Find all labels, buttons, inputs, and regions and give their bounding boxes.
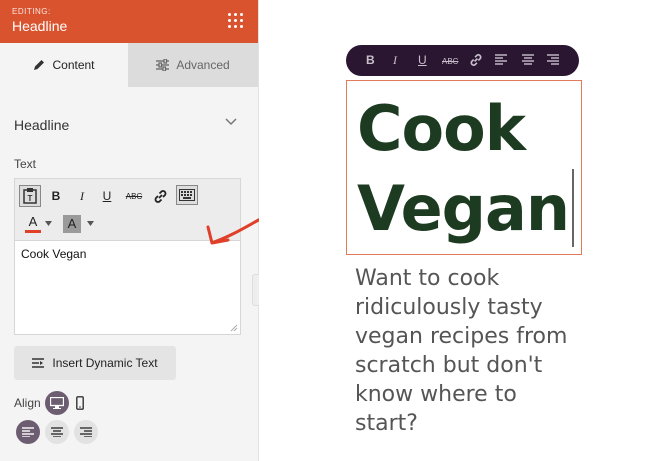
align-center-button[interactable] [45,420,69,444]
resize-handle-icon[interactable] [230,324,238,332]
editor-text-area[interactable]: Cook Vegan [21,247,86,261]
align-right-button[interactable] [74,420,98,444]
headline-line-2: Vegan [357,172,570,245]
grid-menu-icon[interactable] [228,13,244,29]
paragraph-line: scratch but don't [355,353,543,378]
section-title[interactable]: Headline [14,117,69,133]
insert-dynamic-text-label: Insert Dynamic Text [52,356,158,370]
desktop-view-button[interactable] [45,391,69,415]
text-cursor [572,169,574,247]
align-left-icon [22,427,34,437]
align-label: Align [14,396,41,410]
align-right-icon [80,427,92,437]
float-strikethrough-button[interactable]: ABC [442,55,458,69]
link-icon[interactable] [153,189,168,204]
headline-block[interactable]: Cook Vegan [346,80,582,255]
float-align-left-icon[interactable] [495,54,507,65]
text-field-label: Text [14,157,37,171]
paragraph-line: vegan recipes from [355,324,568,349]
paragraph-line: ridiculously tasty [355,295,543,320]
sidebar-header: EDITING: Headline [0,0,258,43]
italic-button[interactable]: I [75,189,89,203]
float-underline-button[interactable]: U [418,53,427,67]
tab-advanced[interactable]: Advanced [128,43,258,87]
tab-content-label: Content [52,58,95,72]
paragraph-line: start? [355,411,418,436]
keyboard-icon[interactable] [176,185,198,205]
svg-text:T: T [28,194,33,203]
tab-bar: Content Advanced [0,43,258,87]
mobile-icon [76,396,84,410]
float-align-center-icon[interactable] [522,54,534,65]
float-bold-button[interactable]: B [366,53,375,67]
mobile-view-button[interactable] [68,391,92,415]
align-center-icon [51,427,63,437]
editor-sidebar: EDITING: Headline Content Advanced Headl… [0,0,270,461]
editing-label: EDITING: [12,7,51,16]
pencil-icon [34,60,45,70]
floating-text-toolbar: B I U ABC [346,45,579,76]
dynamic-text-icon [32,358,45,368]
float-align-right-icon[interactable] [547,54,559,65]
tab-content[interactable]: Content [0,43,128,87]
strikethrough-button[interactable]: ABC [123,190,145,204]
float-link-icon[interactable] [469,53,483,67]
headline-line-1: Cook [357,92,526,165]
font-color-label: A [28,214,38,229]
paste-text-icon[interactable]: T [19,185,41,207]
background-color-dropdown-icon[interactable] [87,221,94,226]
headline-text[interactable]: Cook Vegan [357,89,570,249]
paragraph-line: Want to cook [355,266,500,291]
font-color-dropdown-icon[interactable] [45,221,52,226]
body-paragraph[interactable]: Want to cook ridiculously tasty vegan re… [355,264,645,438]
desktop-icon [50,397,64,409]
rich-text-editor: T B I U ABC A A Cook Vegan [14,178,241,335]
sliders-icon [156,59,170,71]
float-italic-button[interactable]: I [393,53,397,67]
background-color-label: A [67,216,77,231]
font-color-button[interactable]: A [23,215,43,233]
align-left-button[interactable] [16,420,40,444]
background-color-button[interactable]: A [63,215,81,233]
chevron-down-icon[interactable] [225,118,237,126]
underline-button[interactable]: U [100,189,114,203]
tab-advanced-label: Advanced [176,58,230,72]
block-title: Headline [12,18,68,34]
insert-dynamic-text-button[interactable]: Insert Dynamic Text [14,346,176,380]
paragraph-line: know where to [355,382,517,407]
bold-button[interactable]: B [49,189,63,203]
